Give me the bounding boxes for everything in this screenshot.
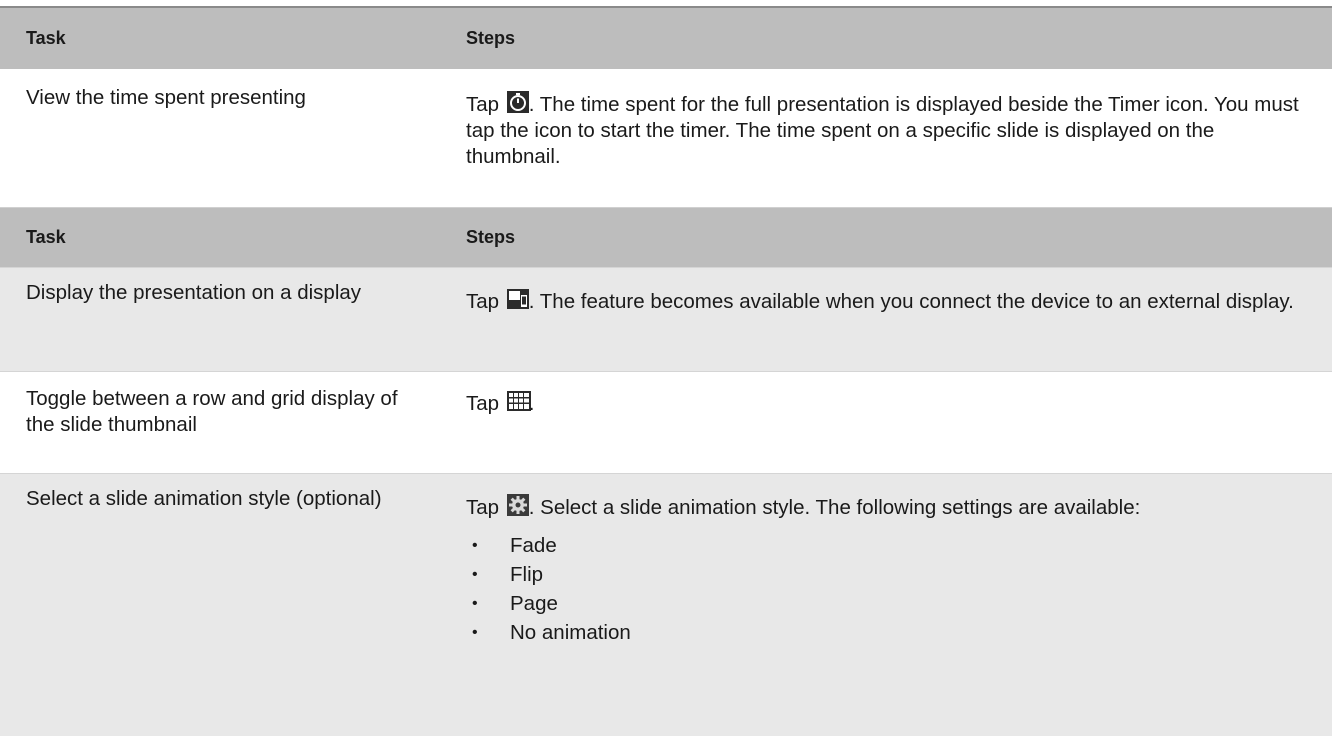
steps-text: . xyxy=(528,392,535,415)
task-steps-table-2: Task Steps Display the presentation on a… xyxy=(0,207,1332,736)
table-row: Toggle between a row and grid display of… xyxy=(0,371,1332,474)
steps-prefix: Tap xyxy=(466,290,500,313)
timer-icon xyxy=(506,91,529,113)
table-row: View the time spent presenting Tap . The… xyxy=(0,69,1332,206)
table-row: Select a slide animation style (optional… xyxy=(0,473,1332,736)
table-header-row: Task Steps xyxy=(0,207,1332,268)
task-cell: View the time spent presenting xyxy=(26,86,306,109)
task-steps-table-1: Task Steps View the time spent presentin… xyxy=(0,6,1332,206)
steps-prefix: Tap xyxy=(466,93,500,116)
steps-cell: Tap . The feature becomes available when… xyxy=(441,268,1332,372)
task-cell: Select a slide animation style (optional… xyxy=(26,487,382,510)
task-column-header: Task xyxy=(0,7,441,69)
steps-cell: Tap . Select a slide animation style. Th… xyxy=(441,474,1332,736)
list-item: Fade xyxy=(466,531,1312,560)
steps-cell: Tap . xyxy=(441,372,1332,474)
steps-text: . The feature becomes available when you… xyxy=(528,290,1294,313)
steps-column-header: Steps xyxy=(441,207,1332,268)
grid-view-icon xyxy=(506,390,531,412)
steps-text: . The time spent for the full presentati… xyxy=(466,93,1299,168)
steps-prefix: Tap xyxy=(466,392,500,415)
external-display-icon xyxy=(506,288,529,310)
task-cell: Display the presentation on a display xyxy=(26,281,362,304)
table-header-row: Task Steps xyxy=(0,7,1332,69)
steps-column-header: Steps xyxy=(441,7,1332,69)
steps-cell: Tap . The time spent for the full presen… xyxy=(441,69,1332,206)
animation-style-list: Fade Flip Page No animation xyxy=(466,531,1312,647)
steps-text: . Select a slide animation style. The fo… xyxy=(528,496,1141,519)
table-row: Display the presentation on a display Ta… xyxy=(0,267,1332,372)
settings-gear-icon xyxy=(506,494,529,516)
list-item: Page xyxy=(466,589,1312,618)
steps-prefix: Tap xyxy=(466,496,500,519)
list-item: No animation xyxy=(466,618,1312,647)
list-item: Flip xyxy=(466,560,1312,589)
task-column-header: Task xyxy=(0,207,441,268)
task-cell: Toggle between a row and grid display of… xyxy=(26,387,398,436)
